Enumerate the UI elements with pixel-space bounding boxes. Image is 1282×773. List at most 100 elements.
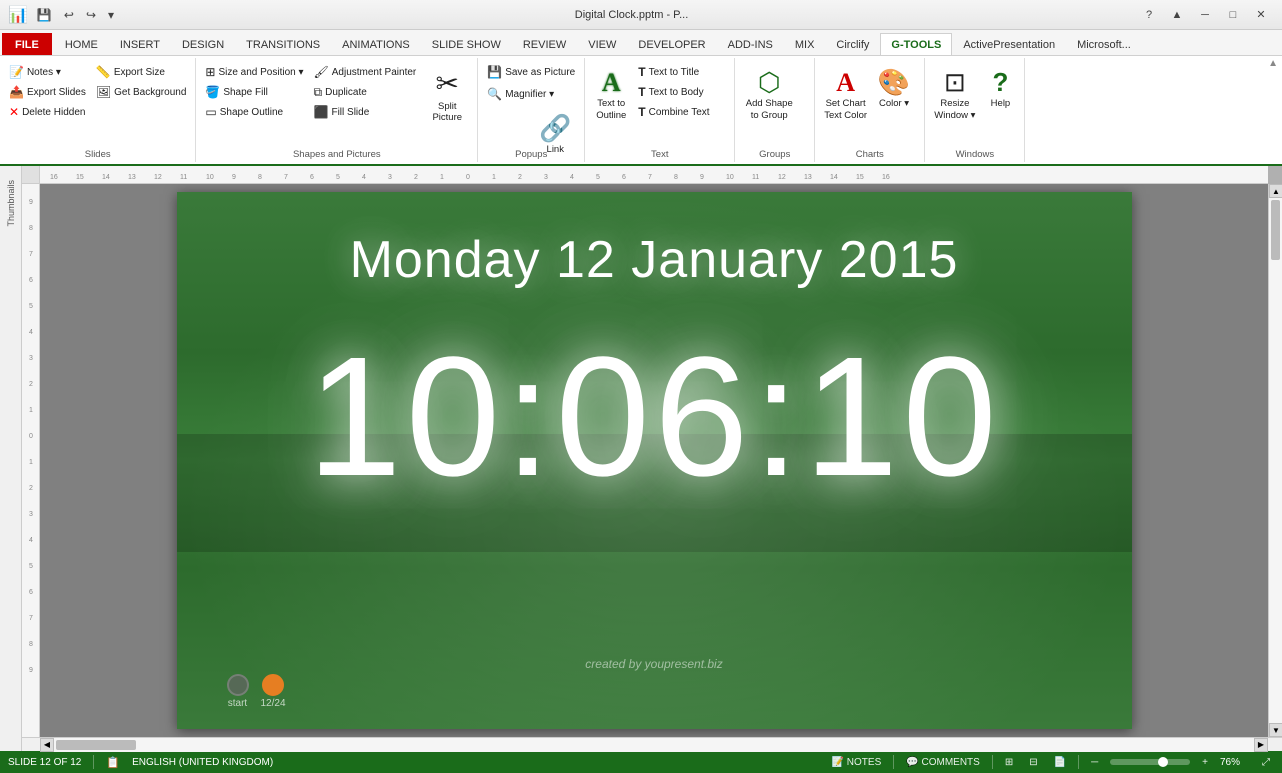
svg-text:8: 8 [674, 174, 678, 181]
collapse-ribbon-button[interactable]: ▲ [1268, 58, 1278, 69]
main-area: Thumbnails 16 15 14 13 12 11 10 9 8 [0, 166, 1282, 751]
svg-text:13: 13 [804, 174, 812, 181]
notes-status-button[interactable]: 📝 NOTES [828, 757, 886, 768]
tab-microsoft[interactable]: Microsoft... [1066, 33, 1142, 55]
get-background-button[interactable]: 🖼 Get Background [91, 82, 192, 102]
text-col: T Text to Title T Text to Body T Combine… [633, 62, 714, 122]
svg-text:5: 5 [596, 174, 600, 181]
save-as-picture-button[interactable]: 💾 Save as Picture [482, 62, 580, 82]
add-shape-icon: ⬡ [758, 67, 781, 98]
scroll-down-button[interactable]: ▼ [1269, 723, 1282, 737]
svg-text:2: 2 [414, 174, 418, 181]
status-sep-3 [992, 755, 993, 769]
ribbon-toggle-icon[interactable]: ▲ [1164, 5, 1190, 25]
close-icon[interactable]: ✕ [1248, 5, 1274, 25]
scroll-track[interactable] [1269, 198, 1282, 723]
svg-text:11: 11 [752, 174, 759, 181]
tab-slideshow[interactable]: SLIDE SHOW [421, 33, 512, 55]
help-button[interactable]: ? Help [980, 62, 1020, 113]
ribbon-tabs: FILE HOME INSERT DESIGN TRANSITIONS ANIM… [0, 30, 1282, 56]
zoom-slider[interactable] [1110, 759, 1190, 765]
split-picture-label: SplitPicture [432, 101, 462, 124]
svg-text:3: 3 [544, 174, 548, 181]
slides-group-content: 📝 Notes ▾ 📤 Export Slides ✕ Delete Hidde… [4, 60, 191, 160]
tab-file[interactable]: FILE [2, 33, 52, 55]
slide-num-button[interactable] [262, 674, 284, 696]
slide-controls: start 12/24 [227, 674, 286, 709]
qat-more-btn[interactable]: ▾ [103, 5, 119, 25]
language-info: ENGLISH (UNITED KINGDOM) [132, 757, 273, 768]
adj-painter-button[interactable]: 🖌 Adjustment Painter [309, 62, 422, 82]
export-slides-button[interactable]: 📤 Export Slides [4, 82, 91, 102]
scroll-left-button[interactable]: ◀ [40, 738, 54, 752]
save-picture-icon: 💾 [487, 65, 502, 79]
svg-text:0: 0 [466, 174, 470, 181]
ribbon-group-groups: ⬡ Add Shapeto Group Groups [735, 58, 815, 162]
scroll-right-button[interactable]: ▶ [1254, 738, 1268, 752]
notes-button[interactable]: 📝 Notes ▾ [4, 62, 91, 82]
tab-mix[interactable]: MIX [784, 33, 826, 55]
h-scroll-thumb[interactable] [56, 740, 136, 750]
slide[interactable]: Monday 12 January 2015 10:06:10 created … [177, 192, 1132, 729]
shape-outline-button[interactable]: ▭ Shape Outline [200, 102, 308, 122]
tab-view[interactable]: VIEW [577, 33, 627, 55]
color-button[interactable]: 🎨 Color ▾ [872, 62, 916, 113]
tab-animations[interactable]: ANIMATIONS [331, 33, 421, 55]
fill-slide-button[interactable]: ⬛ Fill Slide [309, 102, 422, 122]
tab-developer[interactable]: DEVELOPER [627, 33, 716, 55]
start-button[interactable] [227, 674, 249, 696]
text-body-icon: T [638, 85, 645, 99]
split-picture-button[interactable]: ✂ SplitPicture [421, 62, 473, 126]
tab-circlify[interactable]: Circlify [825, 33, 880, 55]
zoom-in-button[interactable]: + [1198, 757, 1212, 768]
tab-home[interactable]: HOME [54, 33, 109, 55]
top-ruler: 16 15 14 13 12 11 10 9 8 7 6 5 4 3 2 1 0 [40, 166, 1268, 184]
get-background-icon: 🖼 [96, 85, 111, 99]
duplicate-button[interactable]: ⧉ Duplicate [309, 82, 422, 102]
help-icon[interactable]: ? [1136, 5, 1162, 25]
svg-text:2: 2 [29, 485, 33, 492]
zoom-out-button[interactable]: ─ [1087, 757, 1102, 768]
svg-text:6: 6 [29, 277, 33, 284]
left-ruler: 9 8 7 6 5 4 3 2 1 0 1 2 3 4 5 6 7 [22, 184, 40, 737]
reading-view-button[interactable]: 📄 [1050, 757, 1070, 768]
size-position-button[interactable]: ⊞ Size and Position ▾ [200, 62, 308, 82]
minimize-icon[interactable]: ─ [1192, 5, 1218, 25]
maximize-icon[interactable]: □ [1220, 5, 1246, 25]
combine-text-button[interactable]: T Combine Text [633, 102, 714, 122]
shape-fill-button[interactable]: 🪣 Shape Fill [200, 82, 308, 102]
delete-hidden-button[interactable]: ✕ Delete Hidden [4, 102, 91, 122]
text-to-title-button[interactable]: T Text to Title [633, 62, 714, 82]
size-position-label: Size and Position ▾ [218, 67, 303, 78]
tab-review[interactable]: REVIEW [512, 33, 577, 55]
slide-sorter-button[interactable]: ⊟ [1025, 757, 1041, 768]
left-ruler-svg: 9 8 7 6 5 4 3 2 1 0 1 2 3 4 5 6 7 [22, 184, 40, 737]
tab-addins[interactable]: ADD-INS [717, 33, 784, 55]
scroll-up-button[interactable]: ▲ [1269, 184, 1282, 198]
fit-slide-button[interactable]: ⤢ [1258, 757, 1274, 768]
export-size-button[interactable]: 📏 Export Size [91, 62, 192, 82]
tab-gtools[interactable]: G-TOOLS [880, 33, 952, 55]
svg-text:6: 6 [29, 589, 33, 596]
normal-view-button[interactable]: ⊞ [1001, 757, 1017, 768]
shape-outline-label: Shape Outline [220, 107, 283, 118]
tab-activepresentation[interactable]: ActivePresentation [952, 33, 1066, 55]
resize-window-button[interactable]: ⊡ ResizeWindow ▾ [929, 62, 980, 124]
text-to-outline-button[interactable]: A Text toOutline [589, 62, 633, 124]
tab-design[interactable]: DESIGN [171, 33, 235, 55]
magnifier-button[interactable]: 🔍 Magnifier ▾ [482, 84, 559, 104]
tab-insert[interactable]: INSERT [109, 33, 171, 55]
combine-text-label: Combine Text [649, 107, 710, 118]
zoom-handle[interactable] [1158, 757, 1168, 767]
popups-group-label: Popups [478, 149, 584, 160]
set-chart-color-button[interactable]: A Set ChartText Color [819, 62, 872, 124]
comments-status-button[interactable]: 💬 COMMENTS [902, 757, 984, 768]
text-to-body-button[interactable]: T Text to Body [633, 82, 714, 102]
save-btn[interactable]: 💾 [32, 5, 57, 25]
tab-transitions[interactable]: TRANSITIONS [235, 33, 331, 55]
scroll-thumb[interactable] [1271, 200, 1280, 260]
undo-btn[interactable]: ↩ [59, 5, 79, 25]
redo-btn[interactable]: ↪ [81, 5, 101, 25]
h-scroll-track[interactable] [54, 738, 1254, 752]
add-shape-group-button[interactable]: ⬡ Add Shapeto Group [739, 62, 799, 124]
